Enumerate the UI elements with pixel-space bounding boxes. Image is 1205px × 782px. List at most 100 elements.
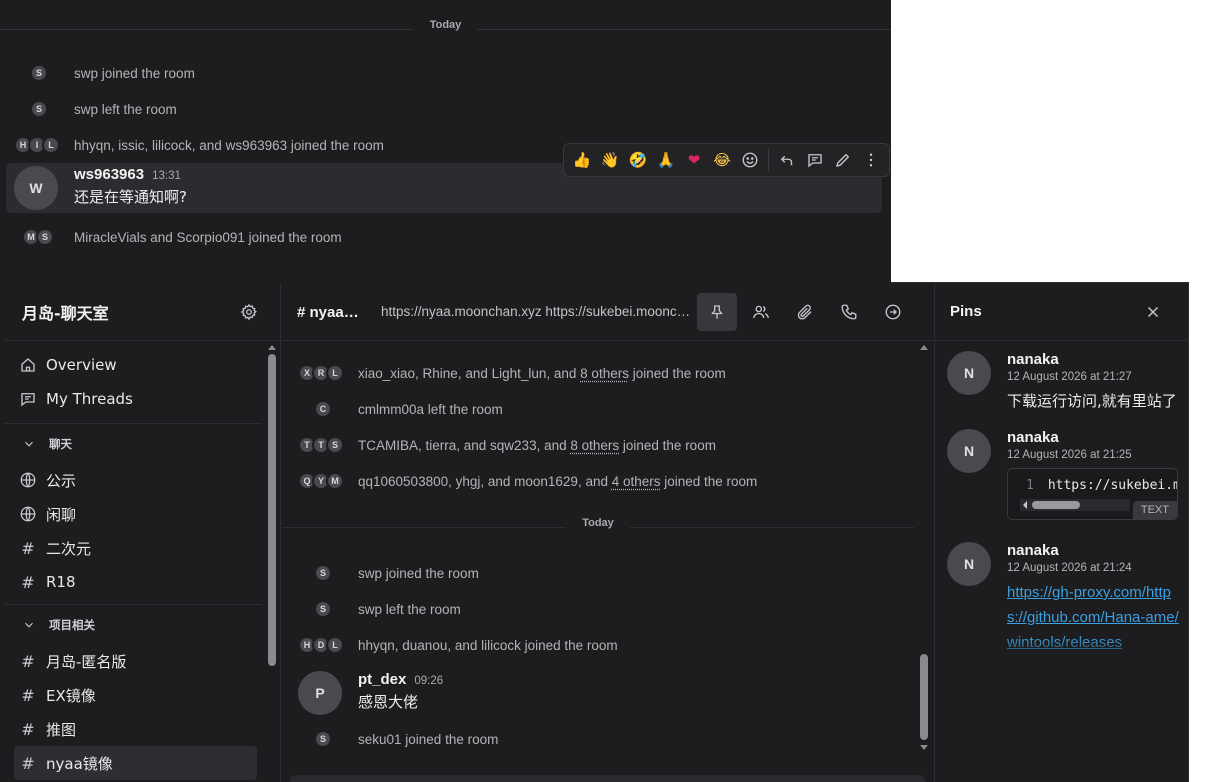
sender-name[interactable]: nanaka xyxy=(1007,429,1178,446)
room-item[interactable]: 公示 xyxy=(5,463,262,497)
sender-avatar[interactable]: P xyxy=(298,671,342,715)
message-time: 12 August 2026 at 21:25 xyxy=(1007,449,1178,461)
hash-icon: # xyxy=(19,754,37,772)
sender-name[interactable]: nanaka xyxy=(1007,351,1179,368)
chat-header: # nyaa镜像 https://nyaa.moonchan.xyz https… xyxy=(282,283,933,341)
sender-name[interactable]: pt_dex xyxy=(358,671,406,688)
edit-button[interactable] xyxy=(829,146,857,174)
timeline-event: H D L hhyqn, duanou, and lilicock joined… xyxy=(282,627,914,663)
avatar[interactable]: L xyxy=(326,364,344,382)
react-heart-button[interactable]: ❤ xyxy=(680,146,708,174)
event-text: hhyqn, duanou, and lilicock joined the r… xyxy=(358,638,618,653)
code-block[interactable]: 1 https://sukebei.moonchan.xyz TEXT xyxy=(1007,468,1178,520)
room-item-active[interactable]: # nyaa镜像 xyxy=(14,746,257,780)
avatar[interactable]: L xyxy=(42,136,60,154)
sender-avatar[interactable]: W xyxy=(14,166,58,210)
pinned-message[interactable]: N nanaka 12 August 2026 at 21:24 https:/… xyxy=(935,520,1188,662)
close-icon[interactable] xyxy=(1144,303,1162,321)
timeline-scrollbar[interactable] xyxy=(918,345,930,757)
more-options-button[interactable] xyxy=(857,146,885,174)
sender-name[interactable]: nanaka xyxy=(1007,542,1179,559)
hash-icon: # xyxy=(19,720,37,738)
avatar[interactable]: S xyxy=(326,436,344,454)
sidebar-scrollbar[interactable] xyxy=(266,345,278,782)
sidebar-list: Overview My Threads 聊天 公示 闲聊 # 二次元 # R18… xyxy=(5,341,280,782)
main-window: 月岛-聊天室 Overview My Threads 聊天 公示 闲聊 # 二次… xyxy=(0,282,1189,782)
sender-name[interactable]: ws963963 xyxy=(74,166,144,183)
chevron-down-icon xyxy=(22,437,36,451)
hash-icon: # xyxy=(19,652,37,670)
react-pray-button[interactable]: 🙏 xyxy=(652,146,680,174)
section-chat[interactable]: 聊天 xyxy=(5,423,262,463)
avatar[interactable]: S xyxy=(30,100,48,118)
timeline-event: S swp joined the room xyxy=(282,555,914,591)
chevron-down-icon xyxy=(22,618,36,632)
sidebar-header: 月岛-聊天室 xyxy=(5,283,280,341)
room-item[interactable]: # 月岛-匿名版 xyxy=(5,644,262,678)
others-link[interactable]: 4 others xyxy=(612,474,661,489)
event-text: TCAMIBA, tierra, and sqw233, and 8 other… xyxy=(358,438,716,453)
react-joy-button[interactable]: 😂 xyxy=(708,146,736,174)
room-topic[interactable]: https://nyaa.moonchan.xyz https://sukebe… xyxy=(381,304,693,319)
members-button[interactable] xyxy=(741,293,781,331)
code-language-badge: TEXT xyxy=(1133,501,1177,519)
nav-overview[interactable]: Overview xyxy=(5,348,262,382)
paperclip-icon xyxy=(796,303,814,321)
react-thumbs-up-button[interactable]: 👍 xyxy=(568,146,596,174)
avatar[interactable]: S xyxy=(314,564,332,582)
space-name[interactable]: 月岛-聊天室 xyxy=(22,300,109,324)
nav-label: My Threads xyxy=(46,390,133,408)
avatar[interactable]: S xyxy=(314,600,332,618)
event-text: swp left the room xyxy=(74,102,177,117)
avatar[interactable]: S xyxy=(30,64,48,82)
pin-icon xyxy=(708,303,726,321)
section-projects[interactable]: 项目相关 xyxy=(5,604,262,644)
room-title[interactable]: # nyaa镜像 xyxy=(297,301,367,322)
pins-button[interactable] xyxy=(697,293,737,331)
timeline-event: Q Y M qq1060503800, yhgj, and moon1629, … xyxy=(282,463,914,499)
room-sidebar: 月岛-聊天室 Overview My Threads 聊天 公示 闲聊 # 二次… xyxy=(5,283,281,782)
event-text: hhyqn, issic, lilicock, and ws963963 joi… xyxy=(74,138,384,153)
globe-icon xyxy=(19,505,37,523)
pins-panel: Pins N nanaka 12 August 2026 at 21:27 下载… xyxy=(934,283,1189,782)
avatar[interactable]: M xyxy=(326,472,344,490)
avatar[interactable]: S xyxy=(314,730,332,748)
reply-button[interactable] xyxy=(773,146,801,174)
room-item[interactable]: # 推图 xyxy=(5,712,262,746)
sender-avatar[interactable]: N xyxy=(947,542,991,586)
room-item[interactable]: # 二次元 xyxy=(5,531,262,565)
others-link[interactable]: 8 others xyxy=(570,438,619,453)
pinned-message[interactable]: N nanaka 12 August 2026 at 21:25 1 https… xyxy=(935,413,1188,520)
react-wave-button[interactable]: 👋 xyxy=(596,146,624,174)
files-button[interactable] xyxy=(785,293,825,331)
message-link[interactable]: https://gh-proxy.com/https://github.com/… xyxy=(1007,584,1179,651)
pinned-message[interactable]: N nanaka 12 August 2026 at 21:27 下载运行访问,… xyxy=(935,341,1188,413)
avatar[interactable]: L xyxy=(326,636,344,654)
gear-icon[interactable] xyxy=(240,303,258,321)
timeline: X R L xiao_xiao, Rhine, and Light_lun, a… xyxy=(282,355,914,757)
exit-icon xyxy=(884,303,902,321)
leave-button[interactable] xyxy=(873,293,913,331)
smiley-icon xyxy=(741,151,759,169)
code-scrollbar[interactable] xyxy=(1020,499,1130,511)
room-item[interactable]: 闲聊 xyxy=(5,497,262,531)
react-rofl-button[interactable]: 🤣 xyxy=(624,146,652,174)
message-body: 还是在等通知啊? xyxy=(74,186,187,207)
thread-button[interactable] xyxy=(801,146,829,174)
sender-avatar[interactable]: N xyxy=(947,351,991,395)
timeline-event: S swp left the room xyxy=(282,591,914,627)
sender-avatar[interactable]: N xyxy=(947,429,991,473)
message-composer[interactable] xyxy=(290,775,925,782)
call-button[interactable] xyxy=(829,293,869,331)
hash-icon: # xyxy=(19,573,37,591)
avatar[interactable]: C xyxy=(314,400,332,418)
avatar[interactable]: S xyxy=(36,228,54,246)
nav-my-threads[interactable]: My Threads xyxy=(5,382,262,416)
room-item[interactable]: # EX镜像 xyxy=(5,678,262,712)
message-body: 下载运行访问,就有里站了 xyxy=(1007,389,1179,413)
message-row[interactable]: P pt_dex 09:26 感恩大佬 xyxy=(282,663,914,721)
room-item[interactable]: # R18 xyxy=(5,565,262,599)
add-reaction-button[interactable] xyxy=(736,146,764,174)
home-icon xyxy=(19,356,37,374)
others-link[interactable]: 8 others xyxy=(580,366,629,381)
